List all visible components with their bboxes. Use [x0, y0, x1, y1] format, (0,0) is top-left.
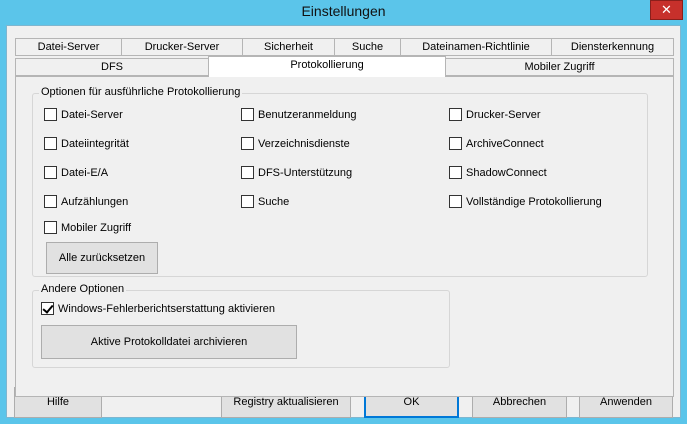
tab-drucker-server[interactable]: Drucker-Server — [121, 38, 243, 56]
tab-suche[interactable]: Suche — [334, 38, 401, 56]
checkbox-label: Benutzeranmeldung — [258, 108, 357, 121]
tab-sicherheit[interactable]: Sicherheit — [242, 38, 335, 56]
checkbox-label: DFS-Unterstützung — [258, 166, 353, 179]
tab-protokollierung[interactable]: Protokollierung — [208, 56, 446, 77]
checkbox-box[interactable] — [449, 195, 462, 208]
checkbox-label: Drucker-Server — [466, 108, 541, 121]
checkbox-box[interactable] — [241, 137, 254, 150]
verbose-logging-group: Optionen für ausführliche Protokollierun… — [32, 86, 648, 277]
checkbox-datei-server[interactable]: Datei-Server — [44, 108, 123, 121]
verbose-logging-group-title: Optionen für ausführliche Protokollierun… — [39, 86, 243, 98]
dialog-client-area: Datei-Server Drucker-Server Sicherheit S… — [6, 25, 681, 418]
close-button[interactable]: ✕ — [650, 0, 683, 20]
checkbox-label: Mobiler Zugriff — [61, 221, 132, 234]
checkbox-box[interactable] — [44, 221, 57, 234]
checkbox-label: Windows-Fehlerberichtserstattung aktivie… — [58, 302, 276, 315]
checkbox-box[interactable] — [44, 108, 57, 121]
checkbox-label: Aufzählungen — [61, 195, 129, 208]
tab-mobiler-zugriff[interactable]: Mobiler Zugriff — [445, 58, 674, 76]
checkbox-dateiintegritaet[interactable]: Dateiintegrität — [44, 137, 129, 150]
checkbox-box-checked[interactable] — [41, 302, 54, 315]
checkbox-box[interactable] — [44, 166, 57, 179]
checkbox-box[interactable] — [449, 137, 462, 150]
tab-diensterkennung[interactable]: Diensterkennung — [551, 38, 674, 56]
checkbox-label: Dateiintegrität — [61, 137, 129, 150]
checkbox-box[interactable] — [241, 195, 254, 208]
archive-log-button[interactable]: Aktive Protokolldatei archivieren — [41, 325, 297, 359]
checkbox-box[interactable] — [241, 108, 254, 121]
tab-dateinamen-richtlinie[interactable]: Dateinamen-Richtlinie — [400, 38, 552, 56]
checkbox-label: Datei-E/A — [61, 166, 109, 179]
checkbox-datei-ea[interactable]: Datei-E/A — [44, 166, 108, 179]
tab-dfs[interactable]: DFS — [15, 58, 209, 76]
checkbox-box[interactable] — [449, 108, 462, 121]
checkbox-vollstaendige-protokollierung[interactable]: Vollständige Protokollierung — [449, 195, 602, 208]
checkbox-dfs-unterstuetzung[interactable]: DFS-Unterstützung — [241, 166, 352, 179]
other-options-group-title: Andere Optionen — [39, 283, 127, 295]
checkbox-box[interactable] — [44, 195, 57, 208]
checkbox-verzeichnisdienste[interactable]: Verzeichnisdienste — [241, 137, 350, 150]
checkbox-label: Suche — [258, 195, 290, 208]
checkbox-benutzeranmeldung[interactable]: Benutzeranmeldung — [241, 108, 356, 121]
checkbox-label: ShadowConnect — [466, 166, 547, 179]
tab-datei-server[interactable]: Datei-Server — [15, 38, 122, 56]
checkbox-aufzaehlungen[interactable]: Aufzählungen — [44, 195, 128, 208]
other-options-group: Andere Optionen Windows-Fehlerberichtser… — [32, 283, 450, 368]
checkbox-drucker-server[interactable]: Drucker-Server — [449, 108, 541, 121]
checkbox-mobiler-zugriff[interactable]: Mobiler Zugriff — [44, 221, 131, 234]
checkbox-label: ArchiveConnect — [466, 137, 544, 150]
reset-all-button[interactable]: Alle zurücksetzen — [46, 242, 158, 274]
checkbox-label: Vollständige Protokollierung — [466, 195, 602, 208]
checkbox-shadowconnect[interactable]: ShadowConnect — [449, 166, 547, 179]
checkbox-label: Datei-Server — [61, 108, 123, 121]
settings-window: Einstellungen ✕ Datei-Server Drucker-Ser… — [0, 0, 687, 424]
window-title: Einstellungen — [301, 3, 386, 19]
title-bar: Einstellungen ✕ — [0, 0, 687, 25]
checkbox-box[interactable] — [449, 166, 462, 179]
checkbox-box[interactable] — [241, 166, 254, 179]
close-icon: ✕ — [661, 2, 672, 17]
checkbox-archiveconnect[interactable]: ArchiveConnect — [449, 137, 544, 150]
checkbox-windows-error-reporting[interactable]: Windows-Fehlerberichtserstattung aktivie… — [41, 302, 275, 315]
checkbox-suche[interactable]: Suche — [241, 195, 289, 208]
checkbox-label: Verzeichnisdienste — [258, 137, 350, 150]
logging-tab-panel: Optionen für ausführliche Protokollierun… — [15, 76, 674, 397]
checkbox-box[interactable] — [44, 137, 57, 150]
